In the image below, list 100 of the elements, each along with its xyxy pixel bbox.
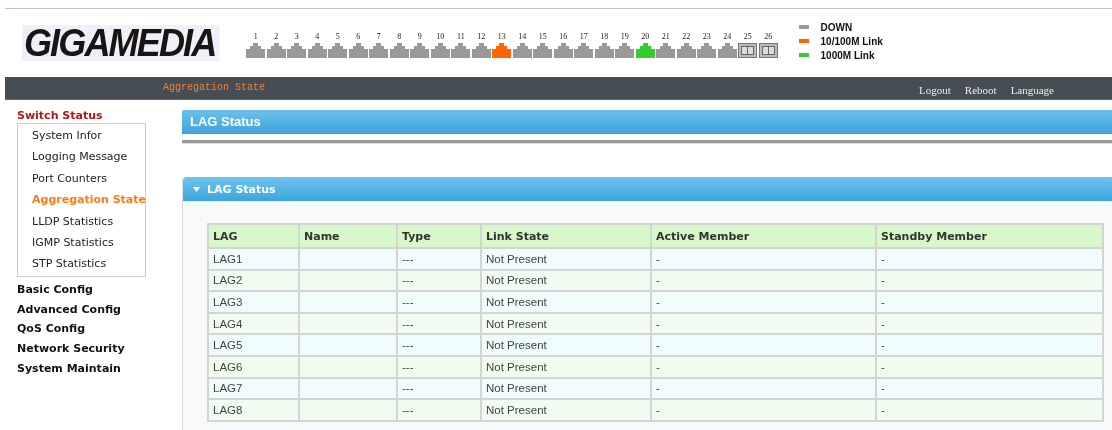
menu-item[interactable]: System Infor [32,125,145,147]
table-cell: - [876,312,1103,335]
table-cell: Not Present [481,291,651,313]
column-header: Active Member [651,224,876,248]
table-cell: - [651,248,876,270]
port-number: 12 [477,32,486,42]
table-cell: - [876,334,1103,356]
panel-title: LAG Status [207,182,276,196]
ethernet-port-icon[interactable] [451,43,471,58]
ethernet-port-icon[interactable] [594,43,614,58]
column-header: LAG [208,224,299,248]
ethernet-port-icon[interactable] [471,43,491,58]
port-number: 16 [559,32,568,42]
port-number: 5 [335,32,340,42]
table-cell: - [651,291,876,313]
port-number: 17 [579,32,588,42]
port-number: 20 [641,32,650,42]
menu-item[interactable]: LLDP Statistics [32,210,145,233]
port-number: 22 [682,32,691,42]
ethernet-port-icon[interactable] [676,43,696,58]
table-cell: Not Present [481,377,651,400]
port-number: 7 [376,32,381,42]
port-number: 13 [497,32,506,42]
port-number: 11 [456,32,465,42]
table-cell: LAG5 [208,334,299,356]
table-cell: LAG7 [208,377,299,400]
menu-item[interactable]: STP Statistics [32,253,145,275]
menu-group[interactable]: Network Security [17,338,165,359]
nav-link[interactable]: Logout [919,84,951,96]
table-cell: - [876,291,1103,313]
table-cell: - [651,355,876,378]
ethernet-port-icon[interactable] [615,43,635,58]
table-cell: - [651,334,876,356]
sfp-port-icon[interactable] [738,43,758,58]
menu-group[interactable]: System Maintain [17,358,165,379]
ethernet-port-icon[interactable] [266,43,286,58]
table-cell: - [876,377,1103,400]
port-number: 19 [620,32,629,42]
table-cell: - [651,399,876,421]
ethernet-port-icon[interactable] [717,43,737,58]
ethernet-port-icon[interactable] [287,43,307,58]
ethernet-port-icon[interactable] [410,43,430,58]
port-number: 3 [294,32,299,42]
table-cell: Not Present [481,312,651,335]
table-cell: LAG8 [208,399,299,421]
breadcrumb: Aggregation State [163,81,266,93]
table-cell: Not Present [481,334,651,356]
table-cell: LAG2 [208,269,299,292]
port-number: 2 [274,32,279,42]
ethernet-port-icon[interactable] [369,43,389,58]
port-number: 25 [743,32,752,42]
port-number: 24 [723,32,732,42]
page-title: LAG Status [182,110,1112,134]
logo: GIGAMEDIA [22,25,220,61]
nav-link[interactable]: Language [1010,84,1054,96]
ethernet-port-icon[interactable] [492,43,512,58]
nav-link[interactable]: Reboot [964,84,997,96]
column-header: Name [299,224,397,248]
port-number: 1 [253,32,258,42]
ethernet-port-icon[interactable] [574,43,594,58]
table-cell: LAG1 [208,248,299,270]
column-header: Type [397,224,481,248]
table-cell: LAG6 [208,355,299,378]
ethernet-port-icon[interactable] [328,43,348,58]
legend-label: 1000M Link [820,48,875,62]
ethernet-port-icon[interactable] [635,43,655,58]
table-cell: Not Present [481,399,651,421]
ethernet-port-icon[interactable] [656,43,676,58]
menu-group[interactable]: Advanced Config [17,299,165,320]
table-cell: - [651,377,876,400]
menu-group[interactable]: QoS Config [17,319,165,339]
ethernet-port-icon[interactable] [697,43,717,58]
port-number: 23 [702,32,711,42]
ethernet-port-icon[interactable] [348,43,368,58]
ethernet-port-icon[interactable] [533,43,553,58]
legend-label: DOWN [820,20,853,34]
port-number: 8 [397,32,402,42]
menu-group[interactable]: Basic Config [17,279,165,300]
ethernet-port-icon[interactable] [512,43,532,58]
table-cell: LAG3 [208,291,299,313]
menu-item[interactable]: IGMP Statistics [32,232,145,254]
menu-group[interactable]: Switch Status [17,109,165,123]
menu-item[interactable]: Logging Message [32,146,145,168]
port-number: 21 [661,32,670,42]
table-cell: Not Present [481,248,651,270]
menu-item[interactable]: Port Counters [32,167,145,190]
table-cell: LAG4 [208,312,299,335]
ethernet-port-icon[interactable] [430,43,450,58]
ethernet-port-icon[interactable] [246,43,266,58]
ethernet-port-icon[interactable] [553,43,573,58]
table-cell: - [876,269,1103,292]
port-number: 26 [764,32,773,42]
collapse-icon[interactable] [193,186,200,192]
port-number: 18 [600,32,609,42]
ethernet-port-icon[interactable] [389,43,409,58]
legend-label: 10/100M Link [820,34,883,48]
port-number: 4 [315,32,320,42]
table-cell: - [876,355,1103,378]
ethernet-port-icon[interactable] [307,43,327,58]
sfp-port-icon[interactable] [758,43,778,58]
